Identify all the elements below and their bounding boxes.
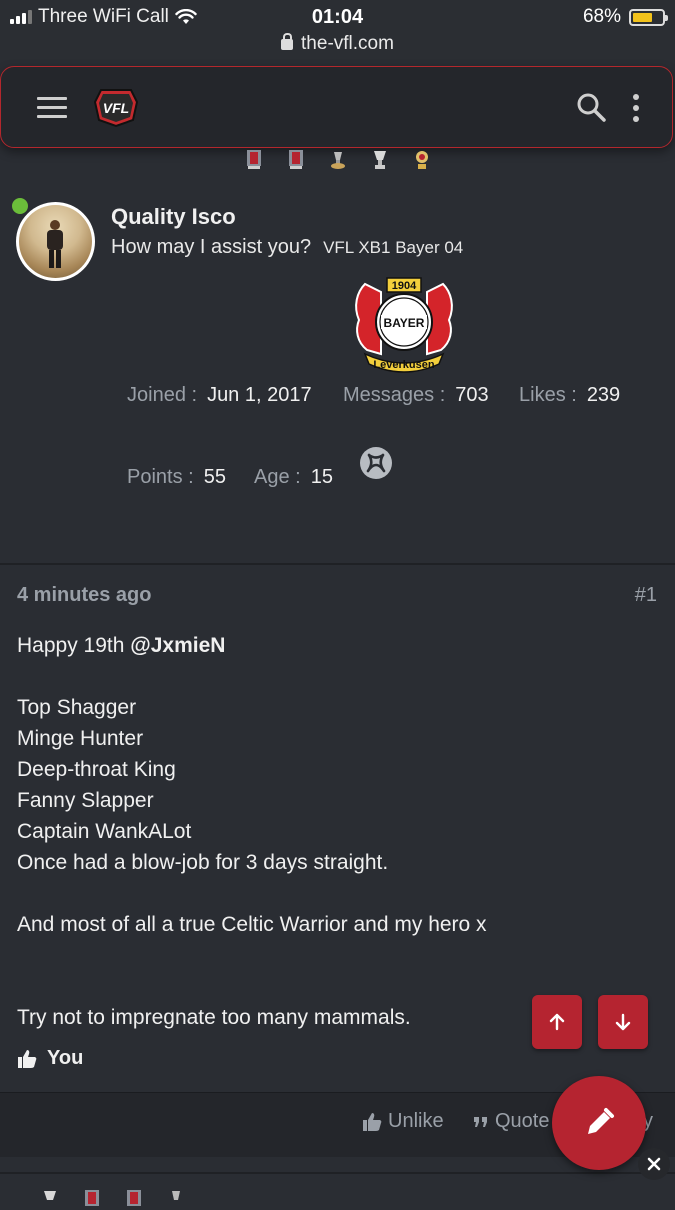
battery-percent: 68% xyxy=(582,6,621,27)
pencil-icon xyxy=(588,1108,614,1134)
online-status-indicator xyxy=(10,196,30,216)
scroll-down-button[interactable] xyxy=(598,995,648,1049)
logo-text: VFL xyxy=(103,100,129,116)
likes-stat: Likes : 239 xyxy=(519,384,620,407)
battery-status: 68% xyxy=(582,6,668,28)
likes-label: Likes : xyxy=(519,384,577,406)
joined-stat: Joined : Jun 1, 2017 xyxy=(127,384,312,407)
joined-value: Jun 1, 2017 xyxy=(207,384,312,406)
quote-label: Quote xyxy=(495,1110,550,1132)
messages-value: 703 xyxy=(455,384,489,406)
messages-label: Messages : xyxy=(343,384,446,406)
points-label: Points : xyxy=(127,466,194,488)
quote-button[interactable]: Quote xyxy=(473,1110,549,1133)
status-bar: Three WiFi Call 01:04 68% the-vfl.com xyxy=(0,0,675,60)
crest-year: 1904 xyxy=(392,280,417,292)
close-icon xyxy=(647,1157,661,1171)
thumbs-up-icon xyxy=(18,1049,37,1068)
lock-icon xyxy=(281,33,294,50)
trophy-icon xyxy=(172,1191,180,1200)
trophy-icon xyxy=(374,151,386,169)
avatar-image xyxy=(19,205,92,278)
close-fab-button[interactable] xyxy=(638,1148,670,1180)
points-value: 55 xyxy=(203,466,226,488)
more-options-icon[interactable] xyxy=(633,94,639,127)
post-permalink[interactable]: #1 xyxy=(635,584,657,607)
avatar-figure xyxy=(47,220,63,268)
section-divider xyxy=(0,563,675,565)
unlike-label: Unlike xyxy=(388,1110,444,1132)
user-title-line: How may I assist you? VFL XB1 Bayer 04 xyxy=(111,236,463,259)
unlike-button[interactable]: Unlike xyxy=(362,1110,444,1133)
trophy-icon xyxy=(416,151,428,169)
messages-stat: Messages : 703 xyxy=(343,384,489,407)
post-line: Captain WankALot xyxy=(17,820,192,843)
search-icon[interactable] xyxy=(575,91,607,123)
address-bar[interactable]: the-vfl.com xyxy=(0,33,675,55)
crest-ribbon: Leverkusen xyxy=(373,359,434,371)
post-line: Deep-throat King xyxy=(17,758,176,781)
age-label: Age : xyxy=(254,466,301,488)
post-line: And most of all a true Celtic Warrior an… xyxy=(17,913,487,936)
age-stat: Age : 15 xyxy=(254,466,333,489)
xbox-icon[interactable] xyxy=(360,447,392,479)
trophy-icon xyxy=(127,1190,141,1206)
post-body: Happy 19th @JxmieN Top Shagger Minge Hun… xyxy=(17,630,537,1033)
trophy-icon xyxy=(44,1191,56,1200)
post-line: Once had a blow-job for 3 days straight. xyxy=(17,851,389,874)
post-line: Fanny Slapper xyxy=(17,789,154,812)
post-greeting: Happy 19th @JxmieN xyxy=(17,630,537,661)
post-timestamp[interactable]: 4 minutes ago xyxy=(17,584,151,607)
new-post-button[interactable] xyxy=(552,1076,646,1170)
likes-summary[interactable]: You xyxy=(17,1047,83,1070)
greeting-text: Happy 19th xyxy=(17,634,131,657)
joined-label: Joined : xyxy=(127,384,198,406)
thumbs-up-icon xyxy=(363,1112,382,1131)
crest-name: BAYER xyxy=(384,316,425,330)
battery-icon xyxy=(629,8,668,26)
user-banner: VFL XB1 Bayer 04 xyxy=(323,238,464,257)
clock: 01:04 xyxy=(311,6,364,28)
trophy-strip xyxy=(244,150,432,170)
post-line: Top Shagger xyxy=(17,696,137,719)
vfl-logo[interactable]: VFL xyxy=(93,86,139,128)
site-header: VFL xyxy=(0,66,673,148)
trophy-strip xyxy=(40,1190,186,1210)
user-mention[interactable]: @JxmieN xyxy=(130,634,225,657)
trophy-icon xyxy=(85,1190,99,1206)
likes-value: 239 xyxy=(586,384,621,406)
bayer-leverkusen-crest-icon: 1904 BAYER Leverkusen xyxy=(355,277,453,373)
username[interactable]: Quality Isco xyxy=(111,204,236,230)
trophy-icon xyxy=(247,150,261,169)
arrow-up-icon xyxy=(549,1013,565,1031)
post-line: Minge Hunter xyxy=(17,727,144,750)
menu-icon[interactable] xyxy=(37,97,67,124)
post-line: Try not to impregnate too many mammals. xyxy=(17,1006,411,1029)
trophy-icon xyxy=(289,150,303,169)
quote-icon xyxy=(474,1116,487,1127)
avatar[interactable] xyxy=(16,202,95,281)
trophy-icon xyxy=(331,152,345,169)
arrow-down-icon xyxy=(615,1013,631,1031)
age-value: 15 xyxy=(310,466,333,488)
url-text: the-vfl.com xyxy=(301,33,394,54)
points-stat: Points : 55 xyxy=(127,466,226,489)
liked-by: You xyxy=(47,1047,84,1069)
user-title: How may I assist you? xyxy=(111,236,312,258)
scroll-up-button[interactable] xyxy=(532,995,582,1049)
